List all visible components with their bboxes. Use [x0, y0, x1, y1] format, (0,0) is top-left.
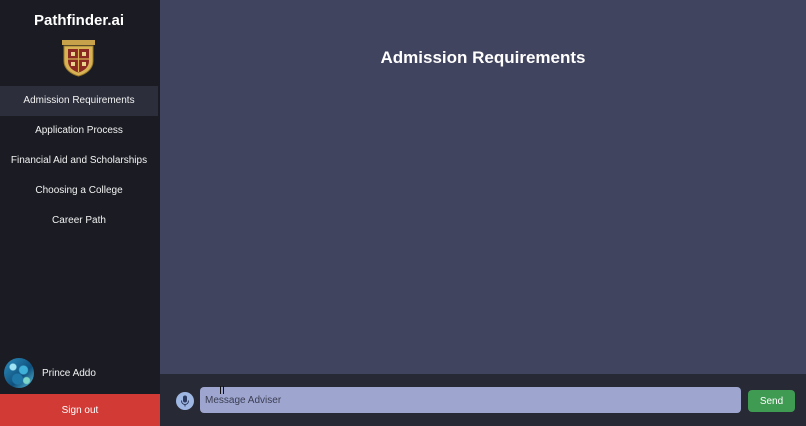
text-cursor-icon [220, 386, 224, 394]
sidebar-item-career-path[interactable]: Career Path [0, 206, 158, 236]
microphone-icon[interactable] [176, 392, 194, 410]
sidebar-item-admission-requirements[interactable]: Admission Requirements [0, 86, 158, 116]
sidebar-nav: Admission Requirements Application Proce… [0, 86, 158, 236]
avatar [4, 358, 34, 388]
sidebar: Pathfinder.ai Admission Requirements App… [0, 0, 160, 426]
signout-button[interactable]: Sign out [0, 394, 160, 426]
college-crest-icon [62, 40, 95, 77]
sidebar-item-application-process[interactable]: Application Process [0, 116, 158, 146]
message-composer: Send [160, 374, 806, 426]
brand-title: Pathfinder.ai [33, 12, 125, 29]
user-name: Prince Addo [42, 367, 96, 379]
sidebar-item-choosing-college[interactable]: Choosing a College [0, 176, 158, 206]
microphone-glyph [181, 395, 189, 407]
chat-area: Admission Requirements [160, 0, 806, 374]
user-profile[interactable]: Prince Addo [4, 358, 158, 388]
sidebar-item-financial-aid[interactable]: Financial Aid and Scholarships [0, 146, 158, 176]
message-input[interactable] [200, 387, 741, 413]
page-title: Admission Requirements [380, 48, 586, 67]
send-button[interactable]: Send [748, 390, 795, 412]
